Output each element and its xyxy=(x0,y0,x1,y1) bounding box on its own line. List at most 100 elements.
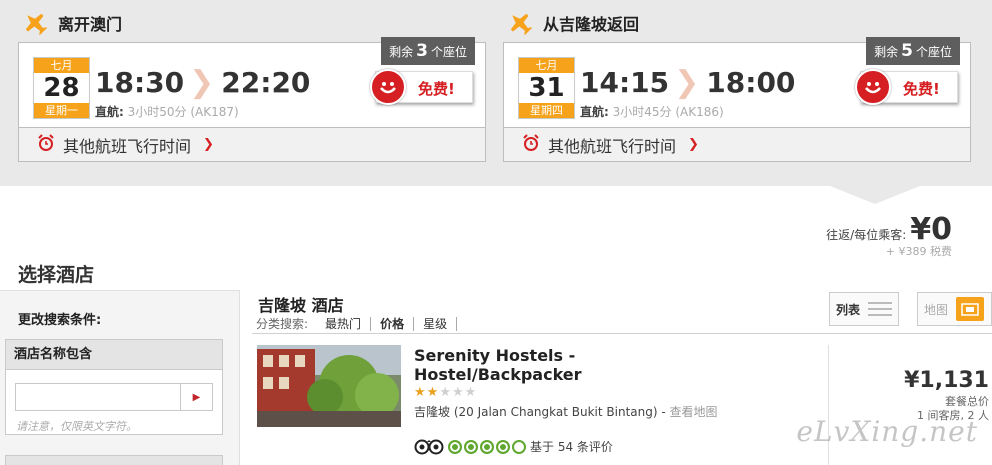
results-divider xyxy=(252,333,992,334)
tripadvisor-owl-icon xyxy=(414,439,444,455)
star-icon: ★ xyxy=(426,385,439,400)
outbound-flight-card[interactable]: 剩余 3 个座位 七月 28 星期一 18:30 ❯ 22:20 直航: 3小时… xyxy=(18,37,486,128)
results-title: 吉隆坡 酒店 xyxy=(258,296,344,315)
search-go-button[interactable]: ▶ xyxy=(180,384,212,410)
seats-left-badge: 剩余 5 个座位 xyxy=(866,37,960,65)
hotel-name-input[interactable]: ▶ xyxy=(15,383,213,411)
free-label: 免费! xyxy=(418,80,455,98)
free-badge[interactable]: 免费! xyxy=(370,69,473,105)
return-flight-card[interactable]: 剩余 5 个座位 七月 31 星期四 14:15 ❯ 18:00 直航: 3小时… xyxy=(503,37,971,128)
play-arrow-icon: ▶ xyxy=(192,391,201,403)
rating-dot-empty-icon xyxy=(512,439,526,454)
alarm-clock-icon xyxy=(37,133,55,156)
list-view-button[interactable]: 列表 xyxy=(829,292,899,326)
rating-dot-full-icon xyxy=(448,439,462,454)
seats-count: 5 xyxy=(901,41,913,61)
seats-left-badge: 剩余 3 个座位 xyxy=(381,37,475,65)
seats-count: 3 xyxy=(416,41,428,61)
rating-dots xyxy=(448,439,526,454)
sort-bar: 分类搜索: 最热门 价格 星级 xyxy=(256,315,458,332)
chevron-right-icon: ❯ xyxy=(189,65,215,100)
rating-dot-full-icon xyxy=(496,439,510,454)
fare-total: 往返/每位乘客: ¥0 xyxy=(826,212,952,247)
direct-label: 直航: xyxy=(95,105,124,119)
return-title: 从吉隆坡返回 xyxy=(507,8,639,38)
calendar-day: 28 xyxy=(43,73,80,103)
review-count: 基于 54 条评价 xyxy=(530,440,613,454)
plane-icon xyxy=(22,10,48,36)
tripadvisor-rating[interactable]: 基于 54 条评价 xyxy=(414,438,613,455)
seats-prefix: 剩余 xyxy=(874,44,899,59)
view-map-link[interactable]: 查看地图 xyxy=(670,405,718,419)
calendar-date: 七月 28 星期一 xyxy=(33,57,90,119)
list-icon xyxy=(868,302,893,316)
calendar-day: 31 xyxy=(528,73,565,103)
chevron-down-icon: ❯ xyxy=(688,137,699,152)
flight-times: 14:15 ❯ 18:00 xyxy=(580,65,795,100)
arrive-time: 22:20 xyxy=(221,66,311,99)
hotel-name-link[interactable]: Serenity Hostels - Hostel/Backpacker xyxy=(414,346,664,384)
plane-icon xyxy=(507,10,533,36)
seats-prefix: 剩余 xyxy=(389,44,414,59)
hotel-photo[interactable] xyxy=(257,345,401,427)
calendar-month: 七月 xyxy=(519,58,574,73)
filter-hint: 请注意，仅限英文字符。 xyxy=(16,420,137,433)
watermark: eLvXing.net xyxy=(796,415,978,448)
sort-popular[interactable]: 最热门 xyxy=(316,316,372,331)
alarm-clock-icon xyxy=(522,133,540,156)
star-empty-icon: ★ xyxy=(439,385,451,400)
hotel-price: ¥1,131 xyxy=(904,368,989,393)
flight-duration: 3小时50分 (AK187) xyxy=(127,105,239,119)
arrive-time: 18:00 xyxy=(706,66,796,99)
smiley-icon xyxy=(855,69,891,105)
direct-label: 直航: xyxy=(580,105,609,119)
smiley-icon xyxy=(370,69,406,105)
sort-label: 分类搜索: xyxy=(256,317,309,331)
rating-dot-full-icon xyxy=(480,439,494,454)
rating-dot-full-icon xyxy=(464,439,478,454)
free-label: 免费! xyxy=(903,80,940,98)
price-note: 套餐总价 xyxy=(945,395,989,408)
other-flight-times-toggle[interactable]: 其他航班飞行时间 ❯ xyxy=(18,128,486,162)
calendar-date: 七月 31 星期四 xyxy=(518,57,575,119)
flight-details: 直航: 3小时50分 (AK187) xyxy=(95,103,239,120)
depart-time: 18:30 xyxy=(95,66,185,99)
list-view-label: 列表 xyxy=(836,302,861,317)
sort-stars[interactable]: 星级 xyxy=(414,316,458,331)
sort-price[interactable]: 价格 xyxy=(371,316,415,331)
other-times-label: 其他航班飞行时间 xyxy=(548,136,677,156)
calendar-month: 七月 xyxy=(34,58,89,73)
calendar-weekday: 星期一 xyxy=(34,103,89,118)
calendar-weekday: 星期四 xyxy=(519,103,574,118)
flight-duration: 3小时45分 (AK186) xyxy=(612,105,724,119)
search-sidebar: 更改搜索条件: 酒店名称包含 ▶ 请注意，仅限英文字符。 xyxy=(0,290,240,465)
fare-tax: + ¥389 税费 xyxy=(885,245,952,258)
next-filter-box[interactable] xyxy=(5,455,223,465)
filter-header: 酒店名称包含 xyxy=(6,340,222,370)
free-badge[interactable]: 免费! xyxy=(855,69,958,105)
sidebar-heading: 更改搜索条件: xyxy=(18,313,102,328)
outbound-title: 离开澳门 xyxy=(22,8,122,38)
chevron-down-icon: ❯ xyxy=(203,137,214,152)
address-text: 吉隆坡 (20 Jalan Changkat Bukit Bintang) - xyxy=(414,405,670,419)
other-times-label: 其他航班飞行时间 xyxy=(63,136,192,156)
star-empty-icon: ★ xyxy=(451,385,464,400)
flight-details: 直航: 3小时45分 (AK186) xyxy=(580,103,724,120)
seats-suffix: 个座位 xyxy=(430,44,467,59)
other-flight-times-toggle[interactable]: 其他航班飞行时间 ❯ xyxy=(503,128,971,162)
return-title-text: 从吉隆坡返回 xyxy=(543,15,640,34)
outbound-title-text: 离开澳门 xyxy=(58,15,123,34)
star-empty-icon: ★ xyxy=(464,385,477,400)
flight-times: 18:30 ❯ 22:20 xyxy=(95,65,310,100)
hotel-name-filter: 酒店名称包含 ▶ 请注意，仅限英文字符。 xyxy=(5,339,223,435)
map-view-label: 地图 xyxy=(924,302,949,317)
fare-amount: ¥0 xyxy=(910,212,952,247)
map-icon xyxy=(956,297,985,321)
seats-suffix: 个座位 xyxy=(915,44,952,59)
map-view-button[interactable]: 地图 xyxy=(917,292,992,326)
hotel-star-rating: ★ ★ ★ ★ ★ xyxy=(414,385,476,400)
outbound-leg: 离开澳门 剩余 3 个座位 七月 28 星期一 18:30 ❯ 22:20 直航… xyxy=(18,8,486,162)
depart-time: 14:15 xyxy=(580,66,670,99)
chevron-right-icon: ❯ xyxy=(674,65,700,100)
return-leg: 从吉隆坡返回 剩余 5 个座位 七月 31 星期四 14:15 ❯ 18:00 … xyxy=(503,8,971,162)
